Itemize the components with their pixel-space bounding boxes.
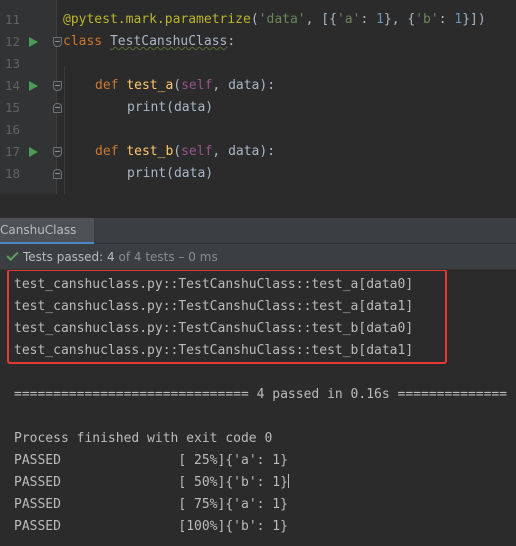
test-status-bar: Tests passed: 4 of 4 tests – 0 ms	[0, 244, 516, 270]
fold-end-icon[interactable]	[53, 169, 62, 179]
fold-icon[interactable]	[53, 147, 62, 157]
code-text: class TestCanshuClass:	[63, 34, 236, 49]
run-tab-bar: CanshuClass	[0, 218, 516, 244]
line-number: 16	[4, 122, 20, 137]
run-test-icon[interactable]	[29, 81, 38, 91]
fold-end-icon[interactable]	[53, 103, 62, 113]
code-line: 18 print(data)	[0, 163, 516, 185]
code-text: print(data)	[127, 166, 214, 181]
code-line: 13	[0, 53, 516, 75]
fold-icon[interactable]	[53, 81, 62, 91]
code-line: 12 class TestCanshuClass:	[0, 31, 516, 53]
code-line: 14 def test_a(self, data):	[0, 75, 516, 97]
run-tab[interactable]: CanshuClass	[0, 218, 94, 244]
test-status-text: Tests passed: 4 of 4 tests – 0 ms	[23, 250, 218, 264]
line-number: 15	[4, 100, 20, 115]
code-line: 16	[0, 119, 516, 141]
highlight-box	[7, 270, 447, 364]
editor-bottom-spacer	[0, 194, 516, 218]
console-process-exit: Process finished with exit code 0	[14, 431, 273, 446]
code-text: def test_b(self, data):	[95, 144, 276, 159]
line-number: 17	[4, 144, 20, 159]
code-line: 17 def test_b(self, data):	[0, 141, 516, 163]
line-number: 12	[4, 34, 20, 49]
console-result-line: PASSED [100%]{'b': 1}	[14, 519, 288, 534]
line-number: 11	[4, 12, 20, 27]
run-tab-label: CanshuClass	[0, 223, 77, 237]
code-text: def test_a(self, data):	[95, 78, 276, 93]
console-output[interactable]: test_canshuclass.py::TestCanshuClass::te…	[0, 270, 516, 546]
run-test-icon[interactable]	[29, 37, 38, 47]
run-test-icon[interactable]	[29, 147, 38, 157]
text-caret	[287, 474, 289, 488]
line-number: 18	[4, 166, 20, 181]
line-number: 13	[4, 56, 20, 71]
code-line: 11 @pytest.mark.parametrize('data', [{'a…	[0, 9, 516, 31]
code-text: @pytest.mark.parametrize('data', [{'a': …	[63, 12, 486, 27]
code-editor[interactable]: 11 @pytest.mark.parametrize('data', [{'a…	[0, 0, 516, 194]
check-icon	[6, 248, 19, 262]
console-result-line: PASSED [ 50%]{'b': 1}	[14, 474, 289, 490]
console-summary: ============================== 4 passed …	[14, 387, 508, 402]
fold-icon[interactable]	[53, 37, 62, 47]
code-text: print(data)	[127, 100, 214, 115]
console-result-line: PASSED [ 25%]{'a': 1}	[14, 453, 288, 468]
code-line: 15 print(data)	[0, 97, 516, 119]
line-number: 14	[4, 78, 20, 93]
console-result-line: PASSED [ 75%]{'a': 1}	[14, 497, 288, 512]
